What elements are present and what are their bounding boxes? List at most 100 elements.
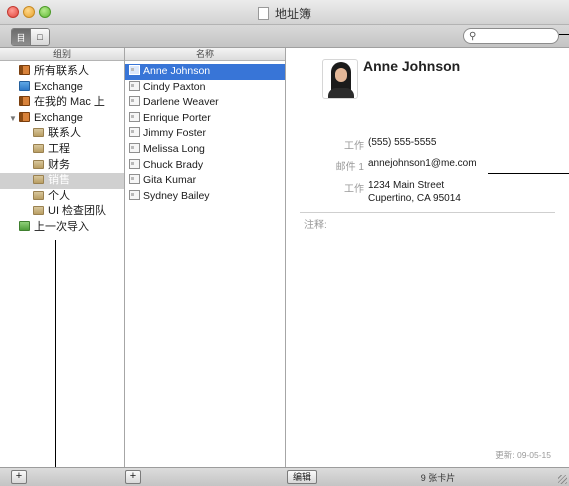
view-card-and-columns-button[interactable]: 目 [12,29,30,45]
exchange-icon [19,80,30,91]
photo-face [335,68,347,82]
groups-column-header: 组别 [0,48,124,61]
contact-name-label: Cindy Paxton [143,80,206,93]
names-column: 名称 Anne Johnson Cindy Paxton Darlene Weave… [125,48,286,468]
group-item[interactable]: 所有联系人 [0,64,124,80]
updated-date: 更新: 09-05-15 [495,450,551,460]
contact-card-icon [129,80,140,91]
group-item[interactable]: Exchange [0,80,124,96]
group-item-label: 财务 [48,158,70,171]
contact-list-item[interactable]: Jimmy Foster [125,126,285,142]
contact-list-item[interactable]: Anne Johnson [125,64,285,80]
last-import-icon [19,220,30,231]
search-input[interactable] [480,30,554,42]
group-item-label: 个人 [48,189,70,202]
contact-card-icon [129,96,140,107]
contact-list-item[interactable]: Enrique Porter [125,111,285,127]
address-line-2[interactable]: Cupertino, CA 95014 [368,193,461,204]
address-line-1[interactable]: 1234 Main Street [368,180,444,191]
contact-list-item[interactable]: Chuck Brady [125,158,285,174]
add-group-button[interactable]: + [11,470,27,484]
group-item-label: 所有联系人 [34,65,89,77]
disclosure-triangle-icon[interactable]: ▼ [9,111,17,127]
group-item[interactable]: UI 检查团队 [0,204,124,220]
window-title: 地址簿 [0,5,569,22]
phone-field: 工作 (555) 555-5555 [286,137,569,152]
email-label[interactable]: 邮件 1 [336,158,364,173]
contact-name-label: Sydney Bailey [143,189,210,202]
phone-value[interactable]: (555) 555-5555 [368,137,436,148]
folder-icon [33,175,44,185]
contact-name-label: Melissa Long [143,142,205,155]
contact-name-label: Enrique Porter [143,111,211,124]
contact-name: Anne Johnson [363,58,461,74]
group-item[interactable]: 在我的 Mac 上 [0,95,124,111]
phone-label[interactable]: 工作 [344,137,364,152]
folder-icon [33,206,44,216]
contact-list-item[interactable]: Darlene Weaver [125,95,285,111]
address-field: 工作 1234 Main Street Cupertino, CA 95014 [286,180,569,204]
search-field[interactable]: ⚲ [463,28,559,44]
contact-card-pane: Anne Johnson 工作 (555) 555-5555 邮件 1 anne… [286,48,569,468]
document-icon [257,7,269,20]
names-column-header: 名称 [125,48,285,61]
contact-name-label: Darlene Weaver [143,96,219,109]
email-field: 邮件 1 annejohnson1@me.com [286,158,569,173]
contact-list-item[interactable]: Cindy Paxton [125,80,285,96]
group-item-label: 联系人 [48,127,81,140]
view-card-only-button[interactable]: □ [30,29,49,45]
contact-list-item[interactable]: Sydney Bailey [125,189,285,205]
groups-list: 所有联系人 Exchange 在我的 Mac 上 ▼ Exchange 联系人工程财务销售… [0,61,124,236]
group-item-label: Exchange [34,80,83,93]
contact-card-icon [129,142,140,153]
address-book-icon [19,111,30,122]
contact-card-icon [129,127,140,138]
note-label[interactable]: 注释: [304,216,327,231]
group-item[interactable]: 财务 [0,158,124,174]
contact-photo[interactable] [322,59,358,99]
group-item-label: 工程 [48,142,70,155]
address-book-icon [19,65,30,75]
notes-divider [300,212,555,213]
group-item[interactable]: 工程 [0,142,124,158]
group-item-label: 在我的 Mac 上 [34,96,105,109]
resize-grip-icon[interactable] [558,475,567,484]
contact-card-icon [129,65,140,75]
contact-name-label: Anne Johnson [143,65,211,77]
folder-icon [33,190,44,200]
groups-column: 组别 所有联系人 Exchange 在我的 Mac 上 ▼ Exchange 联系人工程财… [0,48,125,468]
contact-name-label: Gita Kumar [143,174,197,187]
folder-icon [33,159,44,169]
edit-button[interactable]: 编辑 [287,470,317,484]
address-book-icon [19,96,30,107]
search-callout-line [559,34,569,35]
contact-card-icon [129,111,140,122]
contact-list-item[interactable]: Gita Kumar [125,173,285,189]
contact-name-label: Chuck Brady [143,158,204,171]
email-value[interactable]: annejohnson1@me.com [368,158,477,169]
contact-list-item[interactable]: Melissa Long [125,142,285,158]
photo-body [328,88,354,98]
title-bar: 地址簿 [0,0,569,25]
group-item[interactable]: 联系人 [0,126,124,142]
group-item-label: UI 检查团队 [48,205,107,218]
add-contact-button[interactable]: + [125,470,141,484]
folder-icon [33,128,44,138]
address-label[interactable]: 工作 [344,180,364,195]
group-item-label: Exchange [34,111,83,124]
card-callout-line [488,173,569,174]
folder-icon [33,143,44,153]
address-book-window: 地址簿 目 □ ⚲ 组别 所有联系人 Exchange 在我的 Mac 上 ▼ Exch… [0,0,569,486]
group-item[interactable]: 销售 [0,173,124,189]
bottom-bar: + + 编辑 9 张卡片 [0,467,569,486]
group-item[interactable]: 个人 [0,189,124,205]
group-item-label: 上一次导入 [34,220,89,233]
window-title-text: 地址簿 [274,7,311,21]
group-item[interactable]: ▼ Exchange [0,111,124,127]
group-item[interactable]: 上一次导入 [0,220,124,236]
search-icon: ⚲ [469,31,477,42]
card-count: 9 张卡片 [420,473,456,483]
names-list: Anne Johnson Cindy Paxton Darlene Weaver En… [125,61,285,204]
contact-card-icon [129,174,140,185]
contact-name-label: Jimmy Foster [143,127,206,140]
